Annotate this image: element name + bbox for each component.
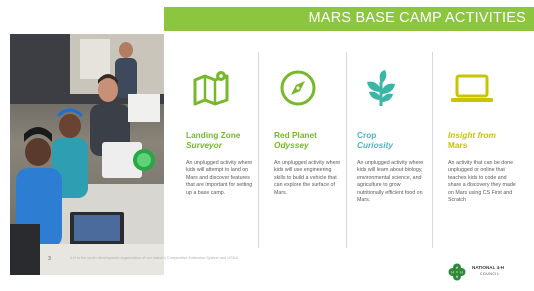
clover-logo-icon: H H H H (448, 263, 466, 281)
classroom-photo (10, 34, 164, 275)
slide-number: 3 (48, 256, 51, 262)
logo-text: NATIONAL 4-H COUNCIL (472, 265, 504, 276)
activity-description: An unplugged activity where kids will us… (274, 160, 341, 196)
slide-title: MARS BASE CAMP ACTIVITIES (308, 10, 526, 26)
header-bar: MARS BASE CAMP ACTIVITIES (164, 7, 534, 31)
footer-fine-print: 4-H is the youth development organizatio… (70, 256, 239, 260)
activity-description: An unplugged activity where kids will at… (186, 160, 253, 196)
map-icon (193, 71, 229, 106)
plant-icon (367, 70, 395, 106)
activity-title: Red Planet Odyssey (274, 130, 317, 150)
activity-description: An activity that can be done unplugged o… (448, 160, 516, 204)
activity-description: An unplugged activity where kids will le… (357, 160, 424, 204)
activity-title: Crop Curiosity (357, 130, 393, 150)
column-divider (258, 52, 259, 248)
column-divider (346, 52, 347, 248)
laptop-icon (451, 74, 493, 102)
activity-title: Insight from Mars (448, 130, 496, 150)
column-divider (432, 52, 433, 248)
activity-title: Landing Zone Surveyor (186, 130, 241, 150)
compass-icon (280, 70, 316, 106)
slide: MARS BASE CAMP ACTIVITIES Landing Zone S… (0, 0, 534, 291)
